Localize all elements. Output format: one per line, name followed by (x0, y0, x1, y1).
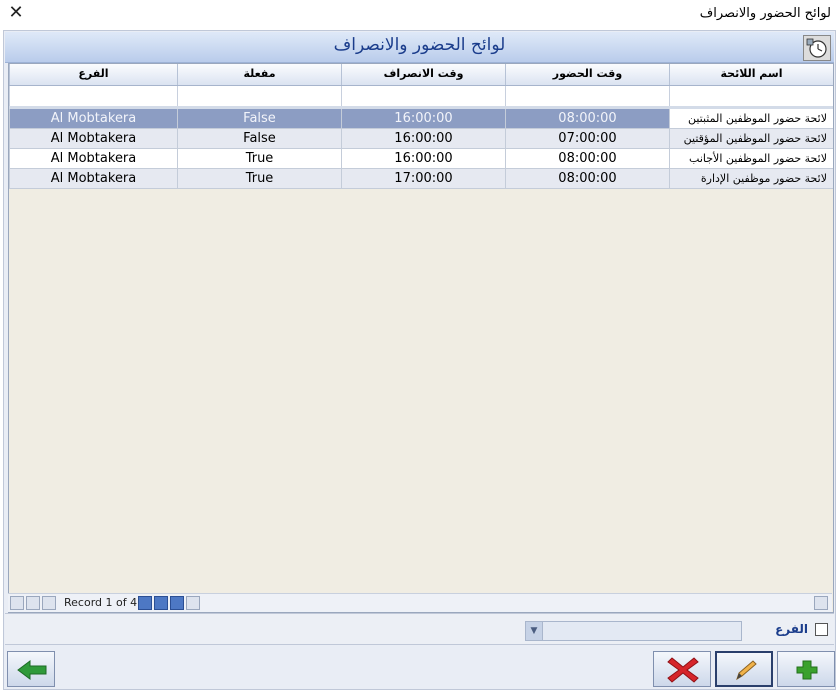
column-header-active[interactable]: مفعلة (177, 64, 341, 85)
cell-check-in: 08:00:00 (505, 169, 669, 189)
scroll-right-icon[interactable] (814, 596, 828, 610)
add-button[interactable] (777, 651, 835, 687)
branch-filter-label: الفرع (775, 622, 808, 636)
column-header-name[interactable]: اسم اللائحة (669, 64, 833, 85)
scroll-left-icon[interactable] (186, 596, 200, 610)
column-header-check-out[interactable]: وقت الانصراف (341, 64, 505, 85)
cell-active: False (177, 109, 341, 129)
cell-check-out: 16:00:00 (341, 109, 505, 129)
footer-toolbar (5, 645, 835, 688)
cell-active: True (177, 149, 341, 169)
filter-cell-name[interactable] (669, 86, 833, 106)
prev-record-icon[interactable] (42, 596, 56, 610)
cell-name: لائحة حضور موظفين الإدارة (669, 169, 833, 189)
branch-filter-checkbox[interactable] (815, 623, 828, 636)
cell-name: لائحة حضور الموظفين المثبتين (669, 109, 833, 129)
chevron-down-icon[interactable]: ▼ (526, 622, 543, 640)
table-row[interactable]: Al Mobtakera True 17:00:00 08:00:00 لائح… (9, 169, 833, 189)
window-title: لوائح الحضور والانصراف (699, 6, 831, 21)
cell-check-out: 16:00:00 (341, 129, 505, 149)
close-icon[interactable]: ✕ (6, 2, 26, 24)
cell-check-in: 07:00:00 (505, 129, 669, 149)
record-navigator: Record 1 of 4 (8, 593, 832, 612)
filter-cell-active[interactable] (177, 86, 341, 106)
cell-active: False (177, 129, 341, 149)
record-counter: Record 1 of 4 (64, 596, 138, 609)
delete-button[interactable] (653, 651, 711, 687)
cell-check-out: 16:00:00 (341, 149, 505, 169)
cell-check-in: 08:00:00 (505, 109, 669, 129)
attendance-grid: الفرع مفعلة وقت الانصراف وقت الحضور اسم … (8, 63, 834, 613)
form-header: لوائح الحضور والانصراف (5, 32, 834, 63)
edit-button[interactable] (715, 651, 773, 687)
prev-page-icon[interactable] (26, 596, 40, 610)
next-page-icon[interactable] (154, 596, 168, 610)
first-record-icon[interactable] (10, 596, 24, 610)
cell-branch: Al Mobtakera (9, 149, 177, 169)
cell-name: لائحة حضور الموظفين المؤقتين (669, 129, 833, 149)
cell-check-in: 08:00:00 (505, 149, 669, 169)
cell-branch: Al Mobtakera (9, 169, 177, 189)
column-header-branch[interactable]: الفرع (9, 64, 177, 85)
back-button[interactable] (7, 651, 55, 687)
grid-filter-row (9, 86, 833, 107)
window-titlebar: ✕ لوائح الحضور والانصراف (0, 0, 839, 30)
clock-icon (803, 35, 831, 61)
column-header-check-in[interactable]: وقت الحضور (505, 64, 669, 85)
table-row[interactable]: Al Mobtakera True 16:00:00 08:00:00 لائح… (9, 149, 833, 169)
next-record-icon[interactable] (138, 596, 152, 610)
arrow-left-icon (17, 660, 47, 680)
filter-cell-branch[interactable] (9, 86, 177, 106)
filter-cell-check-out[interactable] (341, 86, 505, 106)
cell-name: لائحة حضور الموظفين الأجانب (669, 149, 833, 169)
cell-branch: Al Mobtakera (9, 109, 177, 129)
last-record-icon[interactable] (170, 596, 184, 610)
x-icon (667, 657, 699, 683)
main-frame: لوائح الحضور والانصراف الفرع مفعلة وقت ا… (3, 30, 836, 690)
filter-bar: ▼ الفرع (5, 613, 834, 645)
table-row[interactable]: Al Mobtakera False 16:00:00 07:00:00 لائ… (9, 129, 833, 149)
table-row[interactable]: Al Mobtakera False 16:00:00 08:00:00 لائ… (9, 109, 833, 129)
cell-branch: Al Mobtakera (9, 129, 177, 149)
page-title: لوائح الحضور والانصراف (333, 35, 506, 55)
pencil-icon (736, 660, 757, 681)
plus-icon (796, 660, 818, 680)
cell-active: True (177, 169, 341, 189)
branch-filter-combo[interactable]: ▼ (525, 621, 742, 641)
grid-header-row: الفرع مفعلة وقت الانصراف وقت الحضور اسم … (9, 64, 833, 86)
filter-cell-check-in[interactable] (505, 86, 669, 106)
grid-rows: Al Mobtakera False 16:00:00 08:00:00 لائ… (9, 109, 833, 189)
cell-check-out: 17:00:00 (341, 169, 505, 189)
